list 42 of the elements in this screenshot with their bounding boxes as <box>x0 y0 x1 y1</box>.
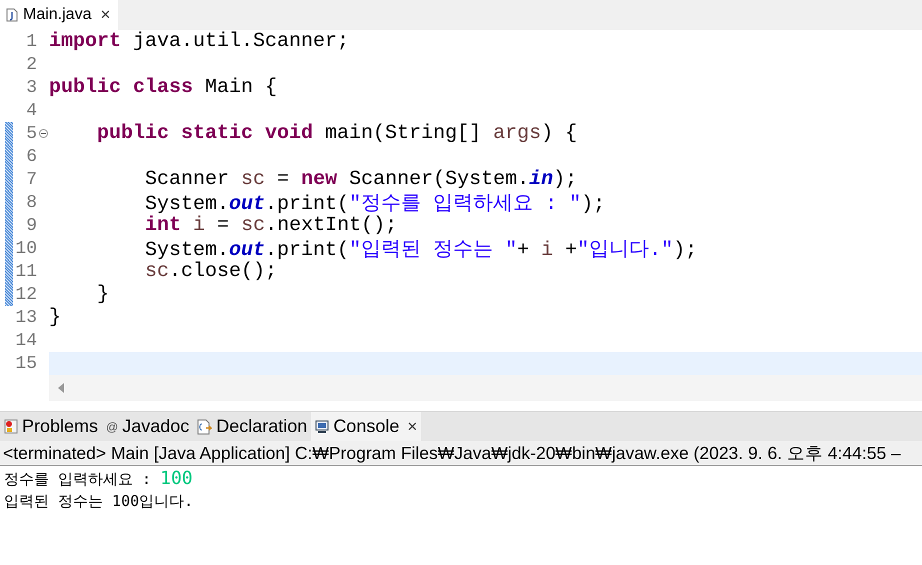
collapse-icon[interactable] <box>38 129 48 138</box>
scroll-left-icon[interactable] <box>57 383 65 393</box>
line-number: 5 <box>25 124 37 144</box>
declaration-icon <box>197 418 212 434</box>
at-icon: @ <box>106 420 118 434</box>
line-number: 9 <box>25 216 37 236</box>
view-tab[interactable]: @ Javadoc <box>102 412 194 441</box>
console-line: 정수를 입력하세요 : 100 <box>4 468 194 490</box>
code-line: int i = sc.nextInt(); <box>144 214 398 237</box>
line-number: 7 <box>25 170 37 190</box>
code-line: } <box>49 306 62 329</box>
line-number: 11 <box>14 262 37 282</box>
line-number: 3 <box>25 78 37 98</box>
line-number: 4 <box>25 100 37 120</box>
code-line: } <box>96 283 110 306</box>
line-number: 6 <box>25 146 37 166</box>
view-tab[interactable]: Problems <box>0 412 102 441</box>
code-line: sc.close(); <box>144 260 278 283</box>
editor-tab[interactable]: Main.java × <box>0 0 118 30</box>
line-number: 1 <box>25 32 37 52</box>
problems-icon <box>4 419 18 434</box>
line-number: 12 <box>14 284 37 304</box>
code-line: import java.util.Scanner; <box>49 30 350 53</box>
close-icon[interactable]: × <box>100 5 110 25</box>
code-line: public class Main { <box>49 76 278 99</box>
console-line: 입력된 정수는 100입니다. <box>4 491 194 512</box>
java-file-icon <box>6 8 18 22</box>
view-tab[interactable]: Console × <box>311 412 422 441</box>
line-number: 14 <box>14 330 37 350</box>
code-line: public static void main(String[] args) { <box>96 122 578 145</box>
code-line: Scanner sc = new Scanner(System.in); <box>144 168 578 191</box>
line-number: 8 <box>25 192 37 212</box>
close-icon[interactable]: × <box>407 416 418 436</box>
line-number: 2 <box>25 54 37 74</box>
line-number: 13 <box>14 308 37 328</box>
monitor-icon <box>315 420 330 434</box>
code-line: System.out.print("정수를 입력하세요 : "); <box>144 192 606 216</box>
view-tab[interactable]: Declaration <box>193 412 312 441</box>
console-header: <terminated> Main [Java Application] C:₩Program Files₩Java₩jdk-20₩bin₩javaw.exe (2023. 9. 6. 오후 4:44:55 – <box>3 442 901 465</box>
code-line: System.out.print("입력된 정수는 "+ i +"입니다."); <box>144 238 698 262</box>
line-number: 10 <box>14 238 37 258</box>
line-number: 15 <box>14 354 37 374</box>
